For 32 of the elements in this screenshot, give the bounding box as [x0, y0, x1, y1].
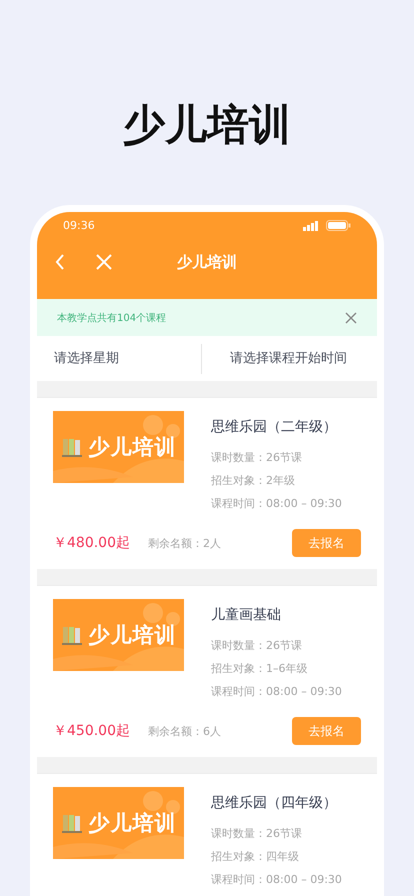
course-target: 招生对象：四年级 — [211, 849, 300, 865]
close-icon[interactable] — [345, 312, 357, 324]
course-title[interactable]: 儿童画基础 — [211, 606, 342, 624]
course-price: ￥450.00起 — [53, 722, 131, 740]
filter-dropdown[interactable]: 请选择星期 — [37, 344, 201, 374]
course-time: 课程时间：08:00 – 09:30 — [211, 872, 342, 888]
filter-dropdown[interactable]: 请选择课程开始时间 — [201, 344, 377, 374]
status-time: 09:36 — [63, 219, 96, 232]
battery-icon — [326, 220, 351, 231]
course-hours: 课时数量：26节课 — [211, 450, 303, 466]
course-time: 课程时间：08:00 – 09:30 — [211, 496, 342, 512]
course-target: 招生对象：2年级 — [211, 473, 296, 489]
course-hours: 课时数量：26节课 — [211, 826, 303, 842]
headline: 少儿培训 — [123, 99, 291, 151]
course-price: ￥480.00起 — [53, 534, 131, 552]
banner-title: 少儿培训 — [88, 434, 176, 461]
banner-title: 少儿培训 — [88, 810, 176, 837]
course-title[interactable]: 思维乐园（二年级） — [211, 418, 342, 436]
course-time: 课程时间：08:00 – 09:30 — [211, 684, 342, 700]
books-icon — [60, 436, 82, 458]
back-icon[interactable] — [54, 252, 66, 272]
signal-icon — [303, 220, 320, 230]
course-hours: 课时数量：26节课 — [211, 638, 303, 654]
notice-text: 本教学点共有104个课程 — [57, 312, 166, 324]
nav-title: 少儿培训 — [177, 252, 237, 270]
banner-title: 少儿培训 — [88, 622, 176, 649]
books-icon — [60, 624, 82, 646]
books-icon — [60, 812, 82, 834]
remaining-seats: 剩余名额：2人 — [148, 536, 292, 550]
course-target: 招生对象：1–6年级 — [211, 661, 308, 677]
remaining-seats: 剩余名额：6人 — [148, 724, 292, 738]
course-title[interactable]: 思维乐园（四年级） — [211, 794, 342, 812]
